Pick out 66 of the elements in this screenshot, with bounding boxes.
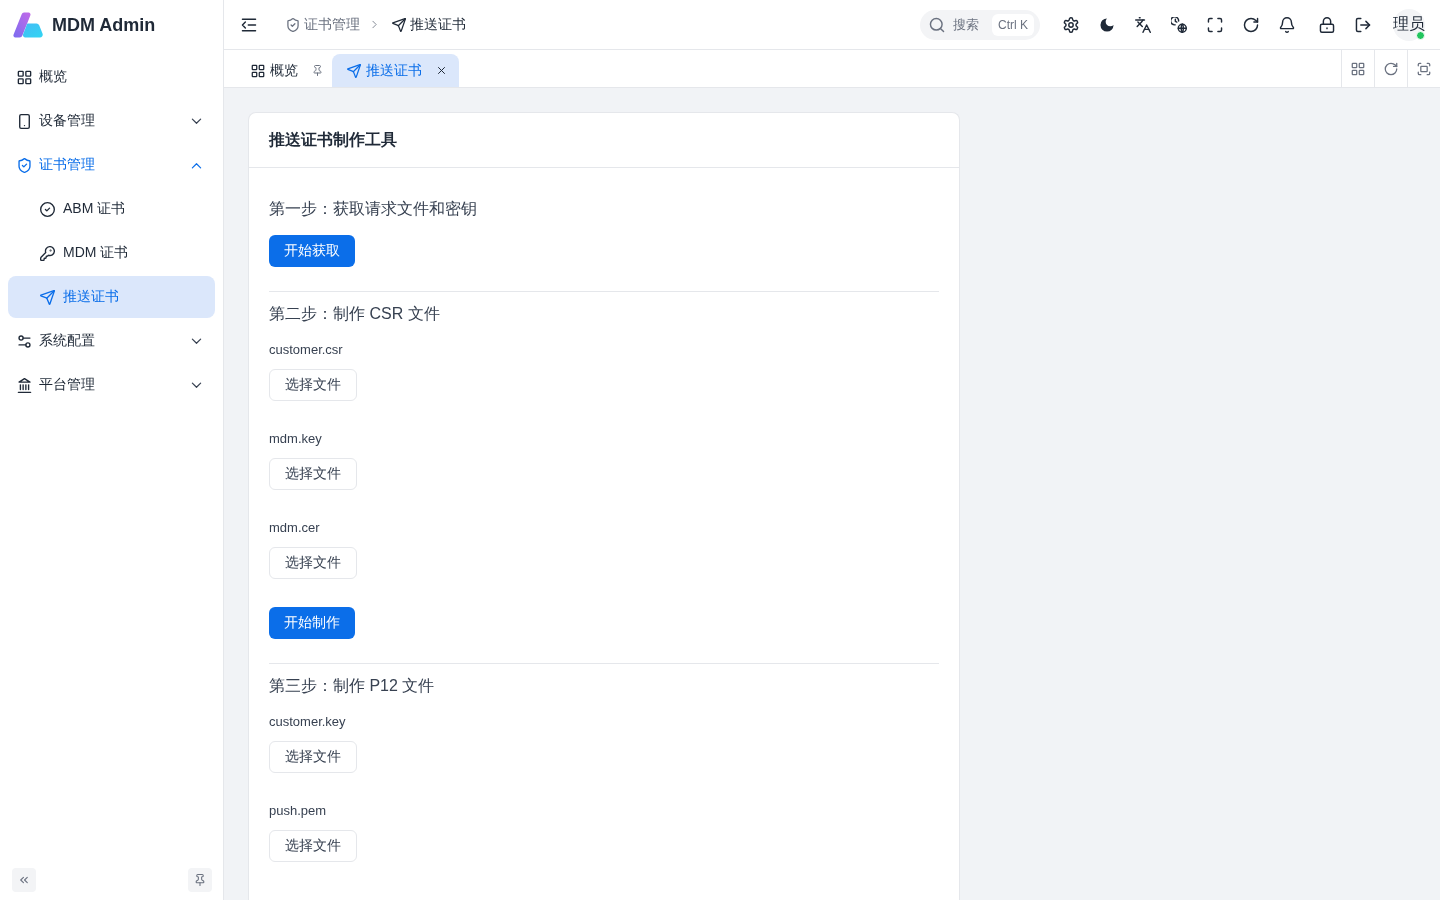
scan-frame-icon bbox=[1417, 61, 1431, 76]
file-label: mdm.cer bbox=[269, 519, 320, 537]
action-button[interactable]: 开始获取 bbox=[269, 235, 355, 267]
translate-icon bbox=[1135, 16, 1151, 33]
shield-check-icon bbox=[286, 17, 300, 32]
menu-item[interactable]: 系统配置 bbox=[8, 320, 215, 362]
shield-check-icon bbox=[17, 157, 32, 173]
bank-building-icon bbox=[17, 377, 32, 393]
step-title: 第二步：制作 CSR 文件 bbox=[269, 304, 440, 324]
submenu-item[interactable]: 推送证书 bbox=[8, 276, 215, 318]
pin-icon bbox=[194, 874, 206, 886]
refresh-icon bbox=[1384, 61, 1398, 76]
submenu-item[interactable]: MDM 证书 bbox=[8, 232, 215, 274]
logo-icon bbox=[12, 11, 44, 39]
settings-icon bbox=[1063, 16, 1079, 33]
menu-item[interactable]: 设备管理 bbox=[8, 100, 215, 142]
key-icon bbox=[40, 245, 55, 261]
app-name: MDM Admin bbox=[52, 14, 156, 36]
file-label: push.pem bbox=[269, 802, 327, 820]
logout-icon bbox=[1355, 16, 1371, 33]
pin-icon[interactable] bbox=[312, 65, 323, 76]
search-button[interactable]: 搜索 Ctrl K bbox=[920, 9, 1040, 40]
user-avatar[interactable]: 理员 bbox=[1393, 8, 1425, 41]
circle-check-icon bbox=[40, 201, 55, 217]
lock-icon bbox=[1319, 16, 1335, 33]
step-title: 第一步：获取请求文件和密钥 bbox=[269, 199, 477, 219]
choose-file-button[interactable]: 选择文件 bbox=[269, 741, 357, 773]
refresh-icon bbox=[1243, 16, 1259, 33]
collapse-sidebar-button[interactable] bbox=[12, 868, 36, 892]
menu-item[interactable]: 概览 bbox=[8, 56, 215, 98]
action-button[interactable]: 开始制作 bbox=[269, 607, 355, 639]
menu-icon bbox=[241, 16, 257, 33]
choose-file-button[interactable]: 选择文件 bbox=[269, 547, 357, 579]
paper-plane-icon bbox=[392, 17, 406, 32]
card-title: 推送证书制作工具 bbox=[269, 129, 397, 150]
file-label: customer.key bbox=[269, 713, 346, 731]
file-label: customer.csr bbox=[269, 341, 343, 359]
breadcrumb-link[interactable]: 推送证书 bbox=[392, 15, 466, 34]
moon-icon bbox=[1099, 16, 1115, 33]
step-title: 第三步：制作 P12 文件 bbox=[269, 676, 435, 696]
chevron-right-icon bbox=[370, 20, 379, 29]
pin-sidebar-button[interactable] bbox=[188, 868, 212, 892]
choose-file-button[interactable]: 选择文件 bbox=[269, 369, 357, 401]
tablet-icon bbox=[17, 113, 32, 129]
double-chevron-left-icon bbox=[18, 874, 30, 886]
close-icon[interactable] bbox=[436, 65, 447, 76]
search-icon bbox=[929, 16, 945, 33]
menu-item[interactable]: 证书管理 bbox=[8, 144, 215, 186]
grid-icon bbox=[251, 63, 265, 78]
choose-file-button[interactable]: 选择文件 bbox=[269, 458, 357, 490]
submenu-item[interactable]: ABM 证书 bbox=[8, 188, 215, 230]
tab[interactable]: 推送证书 bbox=[332, 54, 459, 87]
paper-plane-icon bbox=[40, 289, 55, 305]
menu-item[interactable]: 平台管理 bbox=[8, 364, 215, 406]
grid-icon bbox=[17, 69, 32, 85]
shortcut-hint: Ctrl K bbox=[992, 13, 1034, 36]
paper-plane-icon bbox=[347, 63, 361, 78]
clock-globe-icon bbox=[1171, 16, 1187, 33]
sliders-icon bbox=[17, 333, 32, 349]
tab[interactable]: 概览 bbox=[240, 54, 332, 87]
grid-icon bbox=[1351, 61, 1365, 76]
file-label: mdm.key bbox=[269, 430, 322, 448]
fullscreen-icon bbox=[1207, 16, 1223, 33]
bell-icon bbox=[1279, 16, 1295, 33]
breadcrumb-link[interactable]: 证书管理 bbox=[286, 15, 360, 34]
choose-file-button[interactable]: 选择文件 bbox=[269, 830, 357, 862]
